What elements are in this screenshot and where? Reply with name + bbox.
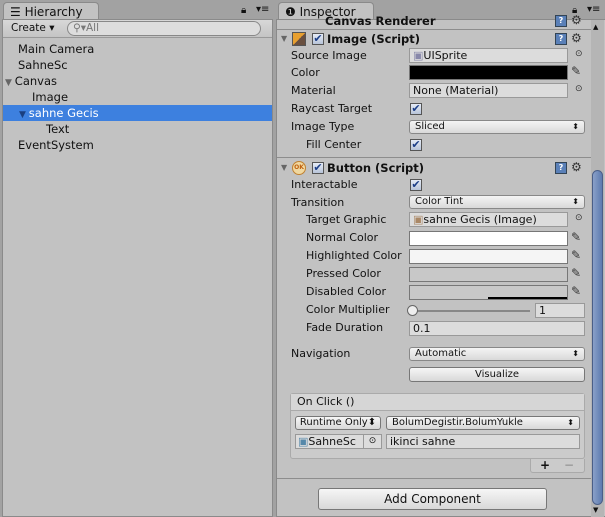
search-input[interactable]: ⚲▾All (67, 21, 261, 36)
create-button[interactable]: Create ▾ (11, 22, 55, 34)
function-dropdown[interactable]: BolumDegistir.BolumYukle ⬍ (386, 416, 580, 430)
highlighted-color-field[interactable] (409, 249, 568, 264)
hierarchy-item[interactable]: EventSystem (3, 137, 272, 153)
eyedropper-icon[interactable]: ✎ (571, 248, 581, 262)
hierarchy-item-selected[interactable]: ▼ sahne Gecis (3, 105, 272, 121)
hierarchy-toolbar: Create ▾ ⚲▾All (3, 20, 272, 38)
remove-event-button[interactable]: − (564, 458, 574, 472)
help-icon: ? (555, 15, 567, 27)
hierarchy-item[interactable]: Text (3, 121, 272, 137)
fade-duration-input[interactable]: 0.1 (409, 321, 585, 336)
transition-label: Transition (291, 196, 345, 209)
fade-duration-label: Fade Duration (306, 321, 384, 334)
button-component-icon: OK (292, 161, 306, 175)
multiplier-slider[interactable] (412, 310, 530, 312)
raycast-label: Raycast Target (291, 102, 373, 115)
search-icon: ⚲▾ (73, 22, 86, 34)
eyedropper-icon[interactable]: ✎ (571, 266, 581, 280)
highlighted-color-label: Highlighted Color (306, 249, 402, 262)
fill-center-label: Fill Center (306, 138, 362, 151)
disabled-color-label: Disabled Color (306, 285, 387, 298)
multiplier-input[interactable]: 1 (535, 303, 585, 318)
enabled-checkbox[interactable]: ✔ (312, 162, 324, 174)
disabled-color-field[interactable] (409, 285, 568, 300)
lock-icon[interactable]: 🔒︎ (241, 5, 246, 16)
object-picker-icon[interactable]: ⊙ (575, 213, 583, 223)
target-graphic-field[interactable]: ▣sahne Gecis (Image) (409, 212, 568, 227)
eyedropper-icon[interactable]: ✎ (571, 64, 581, 78)
hierarchy-item[interactable]: SahneSc (3, 57, 272, 73)
image-component-icon (292, 32, 306, 46)
scroll-down-icon: ▼ (593, 506, 599, 514)
image-icon: ▣ (413, 213, 424, 226)
hierarchy-item[interactable]: Image (3, 89, 272, 105)
sprite-icon: ▣ (413, 49, 424, 62)
image-script-header[interactable]: ▼ ✔ Image (Script) ? ⚙ (278, 30, 591, 48)
add-event-button[interactable]: + (540, 458, 550, 472)
image-type-dropdown[interactable]: Sliced ⬍ (409, 120, 585, 134)
image-type-label: Image Type (291, 120, 355, 133)
runtime-dropdown[interactable]: Runtime Only⬍ (295, 416, 381, 430)
script-icon: ▣ (298, 435, 309, 448)
gear-icon: ⚙ (571, 13, 582, 27)
list-icon: ☰ (10, 5, 25, 19)
menu-icon[interactable]: ▾≡ (256, 4, 269, 15)
target-graphic-label: Target Graphic (306, 213, 387, 226)
navigation-label: Navigation (291, 347, 351, 360)
button-script-header[interactable]: ▼ OK ✔ Button (Script) ? ⚙ (278, 159, 591, 177)
collapse-icon: ▼ (281, 34, 288, 43)
interactable-checkbox[interactable]: ✔ (410, 179, 422, 191)
object-picker-icon: ⊙ (363, 435, 381, 448)
interactable-label: Interactable (291, 178, 358, 191)
help-icon[interactable]: ? (555, 33, 567, 45)
collapse-icon: ▼ (281, 163, 288, 172)
onclick-header: On Click () (291, 394, 584, 411)
object-picker-icon[interactable]: ⊙ (575, 84, 583, 94)
hierarchy-item[interactable]: ▼ Canvas (3, 73, 272, 89)
target-object-field[interactable]: ▣SahneSc ⊙ (295, 434, 382, 449)
gear-icon[interactable]: ⚙ (571, 29, 582, 47)
scrollbar[interactable]: ▲ ▼ (591, 20, 604, 517)
tab-hierarchy[interactable]: ☰ Hierarchy (3, 2, 99, 20)
gear-icon[interactable]: ⚙ (571, 158, 582, 176)
normal-color-label: Normal Color (306, 231, 379, 244)
expand-icon: ▼ (5, 78, 15, 88)
onclick-event-box: On Click () Runtime Only⬍ BolumDegistir.… (290, 393, 585, 459)
color-multiplier-label: Color Multiplier (306, 303, 390, 316)
fill-center-checkbox[interactable]: ✔ (410, 139, 422, 151)
pressed-color-field[interactable] (409, 267, 568, 282)
material-label: Material (291, 84, 336, 97)
pressed-color-label: Pressed Color (306, 267, 381, 280)
expand-icon: ▼ (19, 110, 29, 120)
hierarchy-panel: Create ▾ ⚲▾All Main Camera SahneSc ▼ Can… (2, 19, 273, 517)
scroll-up-icon: ▲ (593, 23, 599, 31)
argument-input[interactable]: ikinci sahne (386, 434, 580, 449)
color-label: Color (291, 66, 320, 79)
enabled-checkbox[interactable]: ✔ (312, 33, 324, 45)
navigation-dropdown[interactable]: Automatic ⬍ (409, 347, 585, 361)
hierarchy-item[interactable]: Main Camera (3, 41, 272, 57)
color-field[interactable] (409, 65, 568, 80)
transition-dropdown[interactable]: Color Tint ⬍ (409, 195, 585, 209)
scrollbar-thumb[interactable] (592, 170, 603, 505)
object-picker-icon[interactable]: ⊙ (575, 49, 583, 59)
material-field[interactable]: None (Material) (409, 83, 568, 98)
eyedropper-icon[interactable]: ✎ (571, 230, 581, 244)
source-image-label: Source Image (291, 49, 367, 62)
visualize-button[interactable]: Visualize (409, 367, 585, 382)
canvas-renderer-header[interactable]: Canvas Renderer? ⚙ (278, 12, 591, 28)
list-buttons: + − (530, 458, 585, 473)
normal-color-field[interactable] (409, 231, 568, 246)
eyedropper-icon[interactable]: ✎ (571, 284, 581, 298)
add-component-button[interactable]: Add Component (318, 488, 547, 510)
slider-handle[interactable] (407, 305, 418, 316)
raycast-checkbox[interactable]: ✔ (410, 103, 422, 115)
source-image-field[interactable]: ▣UISprite (409, 48, 568, 63)
help-icon[interactable]: ? (555, 162, 567, 174)
